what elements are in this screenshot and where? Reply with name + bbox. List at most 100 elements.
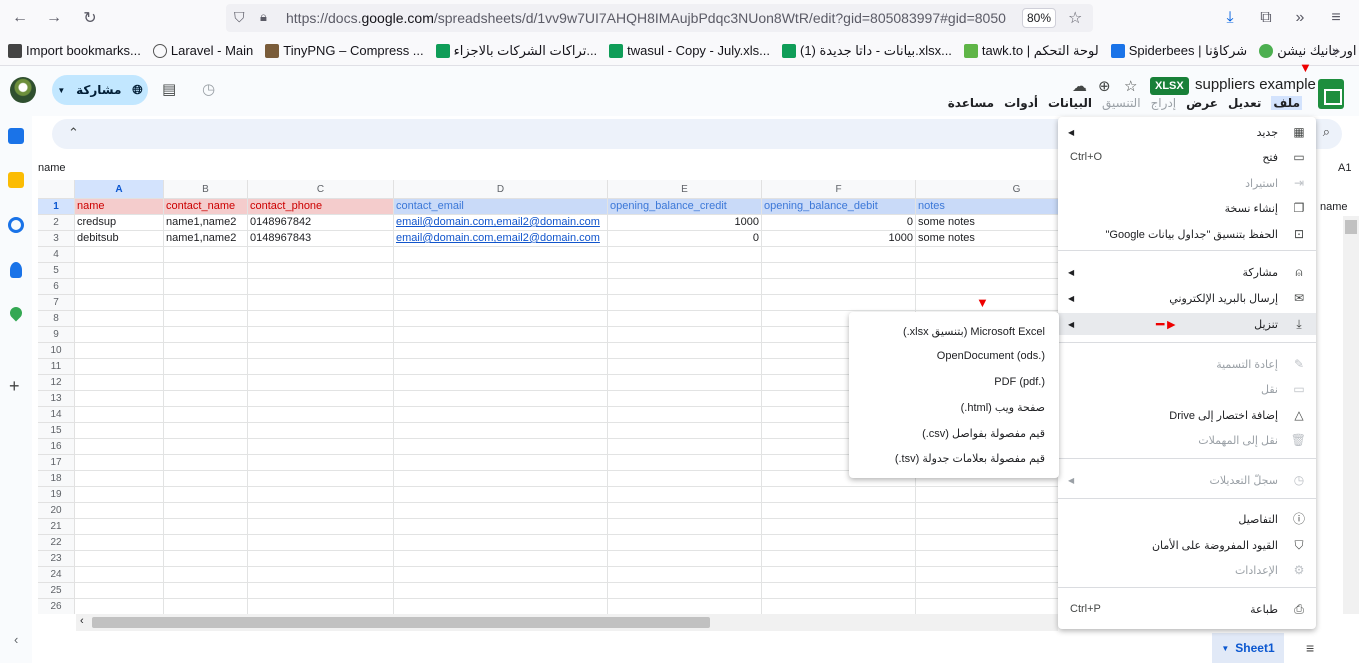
empty-cell[interactable] xyxy=(75,535,164,551)
empty-cell[interactable] xyxy=(75,247,164,263)
menu-item-copy[interactable]: ❐ إنشاء نسخة xyxy=(1058,197,1316,219)
empty-cell[interactable] xyxy=(248,439,394,455)
menu-item-settings[interactable]: ⚙ الإعدادات xyxy=(1058,559,1316,581)
empty-cell[interactable] xyxy=(164,503,248,519)
row-header[interactable]: 5 xyxy=(38,263,75,279)
forward-icon[interactable]: → xyxy=(42,6,66,30)
download-csv[interactable]: قيم مفصولة بفواصل (csv.) xyxy=(922,427,1045,440)
menu-item-download[interactable]: ⤓ تنزيل ◀ xyxy=(1058,313,1316,335)
empty-cell[interactable] xyxy=(608,551,762,567)
empty-cell[interactable] xyxy=(75,343,164,359)
calendar-icon[interactable] xyxy=(8,128,24,144)
empty-cell[interactable] xyxy=(248,359,394,375)
header-cell[interactable]: opening_balance_credit xyxy=(608,199,762,215)
star-icon[interactable]: ☆ xyxy=(1068,8,1082,28)
menu-insert[interactable]: إدراج xyxy=(1151,96,1177,110)
row-header[interactable]: 24 xyxy=(38,567,75,583)
empty-cell[interactable] xyxy=(608,343,762,359)
empty-cell[interactable] xyxy=(75,295,164,311)
row-header[interactable]: 4 xyxy=(38,247,75,263)
bookmark-item[interactable]: twasul - Copy - July.xls... xyxy=(609,43,770,58)
empty-cell[interactable] xyxy=(248,487,394,503)
data-cell[interactable]: email@domain.com,email2@domain.com xyxy=(394,215,608,231)
partial-cell[interactable]: name xyxy=(1320,201,1348,213)
menu-item-rename[interactable]: ✎ إعادة التسمية xyxy=(1058,353,1316,375)
empty-cell[interactable] xyxy=(248,519,394,535)
empty-cell[interactable] xyxy=(608,279,762,295)
empty-cell[interactable] xyxy=(75,583,164,599)
lock-icon[interactable]: 🔒︎ xyxy=(260,9,267,25)
row-header[interactable]: 12 xyxy=(38,375,75,391)
empty-cell[interactable] xyxy=(75,279,164,295)
menu-item-print[interactable]: ⎙ طباعة Ctrl+P xyxy=(1058,598,1316,620)
empty-cell[interactable] xyxy=(608,311,762,327)
column-header[interactable]: D xyxy=(394,180,608,199)
empty-cell[interactable] xyxy=(164,423,248,439)
comments-icon[interactable]: ▤ xyxy=(162,80,176,98)
menu-item-save-as-sheets[interactable]: ⊡ الحفظ بتنسيق "جداول بيانات Google" xyxy=(1058,223,1316,245)
empty-cell[interactable] xyxy=(75,359,164,375)
empty-cell[interactable] xyxy=(75,487,164,503)
shield-icon[interactable]: ⛉ xyxy=(234,9,245,26)
header-cell[interactable]: contact_name xyxy=(164,199,248,215)
empty-cell[interactable] xyxy=(164,471,248,487)
scroll-left-icon[interactable]: ‹ xyxy=(80,615,84,627)
bookmark-item[interactable]: بيانات - داتا جديدة (1).xlsx... xyxy=(781,43,952,59)
empty-cell[interactable] xyxy=(762,599,916,614)
empty-cell[interactable] xyxy=(394,471,608,487)
empty-cell[interactable] xyxy=(394,247,608,263)
header-cell[interactable]: contact_phone xyxy=(248,199,394,215)
menu-item-email[interactable]: ✉ إرسال بالبريد الإلكتروني ◀ xyxy=(1058,287,1316,309)
empty-cell[interactable] xyxy=(762,535,916,551)
empty-cell[interactable] xyxy=(164,551,248,567)
zoom-level[interactable]: 80% xyxy=(1022,8,1056,28)
data-cell[interactable]: 0148967842 xyxy=(248,215,394,231)
empty-cell[interactable] xyxy=(762,487,916,503)
empty-cell[interactable] xyxy=(394,343,608,359)
menu-item-share[interactable]: ⍝ مشاركة ◀ xyxy=(1058,261,1316,283)
empty-cell[interactable] xyxy=(394,551,608,567)
bookmark-item[interactable]: الحمراء - اورجانيك نيشن... xyxy=(1259,43,1359,59)
empty-cell[interactable] xyxy=(248,407,394,423)
row-header[interactable]: 15 xyxy=(38,423,75,439)
empty-cell[interactable] xyxy=(762,247,916,263)
data-cell[interactable]: 0 xyxy=(608,231,762,247)
empty-cell[interactable] xyxy=(164,327,248,343)
empty-cell[interactable] xyxy=(75,551,164,567)
menu-view[interactable]: عرض xyxy=(1186,96,1218,110)
empty-cell[interactable] xyxy=(608,359,762,375)
column-header[interactable]: E xyxy=(608,180,762,199)
empty-cell[interactable] xyxy=(608,327,762,343)
hamburger-menu-icon[interactable]: ≡ xyxy=(1324,6,1348,30)
empty-cell[interactable] xyxy=(608,503,762,519)
row-header[interactable]: 1 xyxy=(38,199,75,215)
empty-cell[interactable] xyxy=(248,343,394,359)
download-tsv[interactable]: قيم مفصولة بعلامات جدولة (tsv.) xyxy=(895,452,1045,465)
empty-cell[interactable] xyxy=(164,263,248,279)
menu-data[interactable]: البيانات xyxy=(1048,96,1092,110)
empty-cell[interactable] xyxy=(75,455,164,471)
empty-cell[interactable] xyxy=(164,311,248,327)
empty-cell[interactable] xyxy=(164,567,248,583)
empty-cell[interactable] xyxy=(394,455,608,471)
empty-cell[interactable] xyxy=(608,599,762,614)
data-cell[interactable]: 1000 xyxy=(762,231,916,247)
row-header[interactable]: 14 xyxy=(38,407,75,423)
empty-cell[interactable] xyxy=(248,279,394,295)
empty-cell[interactable] xyxy=(394,295,608,311)
column-header[interactable]: C xyxy=(248,180,394,199)
select-all-corner[interactable] xyxy=(38,180,75,199)
menu-item-details[interactable]: ⓘ التفاصيل xyxy=(1058,508,1316,530)
menu-item-drive-shortcut[interactable]: △ إضافة اختصار إلى Drive xyxy=(1058,404,1316,426)
download-xlsx[interactable]: Microsoft Excel (بتنسيق xlsx.) xyxy=(903,325,1045,338)
empty-cell[interactable] xyxy=(608,487,762,503)
empty-cell[interactable] xyxy=(248,311,394,327)
data-cell[interactable]: debitsub xyxy=(75,231,164,247)
row-header[interactable]: 21 xyxy=(38,519,75,535)
reload-icon[interactable]: ↻ xyxy=(78,6,102,30)
empty-cell[interactable] xyxy=(608,439,762,455)
empty-cell[interactable] xyxy=(394,423,608,439)
empty-cell[interactable] xyxy=(608,407,762,423)
empty-cell[interactable] xyxy=(762,295,916,311)
empty-cell[interactable] xyxy=(608,583,762,599)
